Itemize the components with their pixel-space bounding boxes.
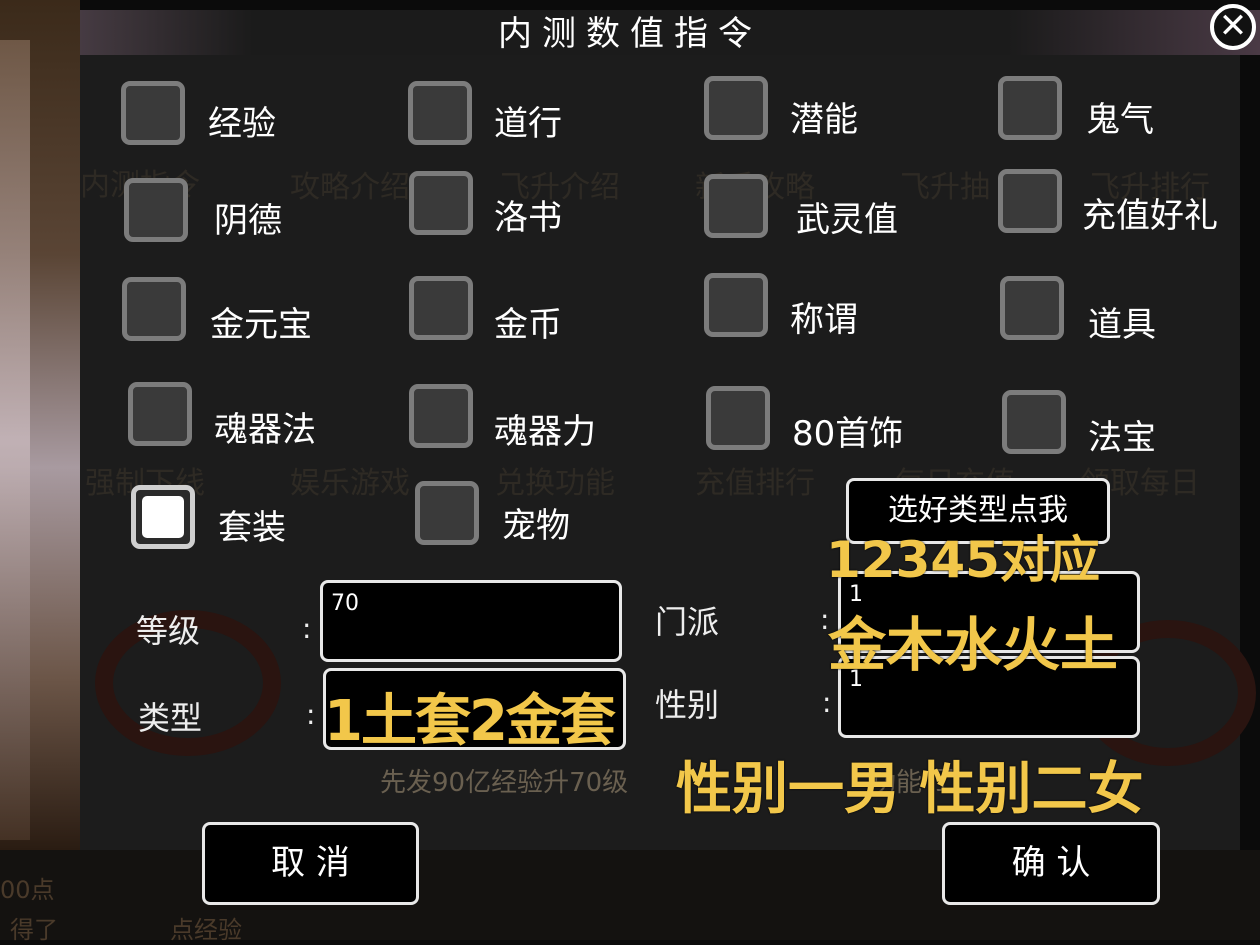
checkbox-daoxing[interactable] (408, 81, 472, 145)
close-icon: ✕ (1218, 6, 1248, 46)
school-mapping-note: 12345对应 (826, 531, 1100, 589)
option-label: 80首饰 (792, 414, 904, 454)
checkbox-recharge-gift[interactable] (998, 169, 1062, 233)
checkbox-80-jewelry[interactable] (706, 386, 770, 450)
option-label: 武灵值 (796, 200, 898, 240)
background-button-label: 飞升抽 (900, 170, 990, 205)
type-label: 类型 (138, 699, 203, 737)
confirm-button[interactable]: 确 认 (942, 822, 1160, 905)
option-label: 道具 (1088, 305, 1156, 345)
background-button-label: 攻略介绍 (290, 170, 410, 205)
background-chat-line: 00点 (0, 876, 55, 904)
option-label: 金元宝 (210, 305, 312, 345)
option-label: 金币 (494, 305, 562, 345)
option-label: 充值好礼 (1082, 196, 1218, 236)
checkbox-items[interactable] (1000, 276, 1064, 340)
gender-colon: : (822, 686, 832, 719)
option-label: 套装 (218, 508, 286, 548)
option-label: 经验 (208, 104, 276, 144)
level-label: 等级 (136, 612, 201, 650)
close-button[interactable]: ✕ (1210, 4, 1256, 50)
option-label: 潜能 (790, 100, 858, 140)
background-button-label: 充值排行 (695, 466, 815, 501)
option-label: 道行 (494, 104, 562, 144)
option-label: 魂器力 (494, 412, 596, 452)
type-colon: : (306, 698, 316, 731)
checkbox-wuling[interactable] (704, 174, 768, 238)
checkbox-gold-coin[interactable] (409, 276, 473, 340)
option-label: 法宝 (1088, 418, 1156, 458)
checkbox-luoshu[interactable] (409, 171, 473, 235)
option-label: 阴德 (214, 201, 282, 241)
school-label: 门派 (655, 603, 720, 641)
background-character-art (0, 0, 80, 850)
checkbox-soul-power[interactable] (409, 384, 473, 448)
dialog-title: 内测数值指令 (498, 14, 762, 54)
type-hint-note: 1土套2金套 (324, 689, 616, 754)
option-label: 称谓 (790, 300, 858, 340)
background-button-label: 兑换功能 (495, 466, 615, 501)
background-button-label: 娱乐游戏 (290, 466, 410, 501)
checkbox-magic-weapon[interactable] (1002, 390, 1066, 454)
checkbox-outfit-set[interactable] (131, 485, 195, 549)
background-hint-text: 先发90亿经验升70级 (380, 768, 629, 798)
school-mapping-note: 金木水火土 (828, 611, 1119, 679)
cancel-button[interactable]: 取 消 (202, 822, 419, 905)
checkbox-title[interactable] (704, 273, 768, 337)
option-label: 宠物 (502, 506, 570, 546)
checkbox-pet[interactable] (415, 481, 479, 545)
checkbox-soul-spell[interactable] (128, 382, 192, 446)
checkbox-exp[interactable] (121, 81, 185, 145)
checkbox-ghost-qi[interactable] (998, 76, 1062, 140)
gender-hint-note: 性别一男 性别二女 (676, 757, 1144, 822)
level-colon: : (302, 612, 312, 645)
checkbox-potential[interactable] (704, 76, 768, 140)
option-label: 魂器法 (214, 410, 316, 450)
gender-label: 性别 (655, 686, 720, 724)
checkbox-yinde[interactable] (124, 178, 188, 242)
level-input[interactable]: 70 (320, 580, 622, 662)
option-label: 鬼气 (1086, 100, 1154, 140)
option-label: 洛书 (494, 198, 562, 238)
checkbox-gold-ingot[interactable] (122, 277, 186, 341)
